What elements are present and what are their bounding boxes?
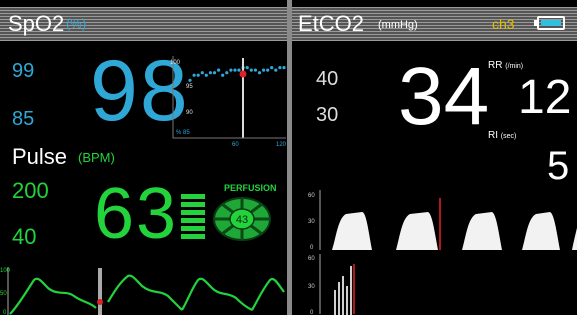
trend-point <box>196 73 200 77</box>
trend-axes <box>172 56 286 139</box>
spo2-pulse-panel: SpO2 (%) 99 85 98 100 95 90 % 85 60 120 … <box>0 0 287 315</box>
trend-y-tick-95: 95 <box>186 84 193 90</box>
rr-value: 12 <box>518 71 572 124</box>
perfusion-label: PERFUSION <box>224 183 277 193</box>
spo2-trend-chart: 100 95 90 % 85 60 120 <box>170 56 287 148</box>
spo2-trend-points <box>188 66 286 82</box>
ri-label-text: RI <box>488 130 498 141</box>
perfusion-gauge: 43 <box>213 197 271 241</box>
trend-point <box>266 68 270 72</box>
trend-point <box>229 68 233 72</box>
lower-y-tick-30: 30 <box>308 284 315 290</box>
trend-point <box>221 73 225 77</box>
rr-unit: (/min) <box>505 63 524 70</box>
pulse-high-limit: 200 <box>12 178 49 203</box>
trend-point <box>225 71 229 75</box>
trend-current-marker <box>239 70 247 78</box>
pleth-y-tick-50: 50 <box>0 291 7 297</box>
etco2-value: 34 <box>398 51 490 142</box>
lower-y-tick-60: 60 <box>308 256 315 262</box>
lower-y-tick-0: 0 <box>310 310 314 315</box>
co2-secondary-waveform: 60 30 0 <box>308 254 355 315</box>
trend-point <box>204 73 208 77</box>
trend-point <box>270 66 274 70</box>
trend-point <box>200 71 204 75</box>
spo2-high-limit: 99 <box>12 60 35 82</box>
trend-point <box>188 78 192 82</box>
channel-label: ch3 <box>492 16 515 32</box>
etco2-title: EtCO2 <box>298 11 365 36</box>
pleth-y-tick-100: 100 <box>0 268 11 274</box>
trend-point <box>274 68 278 72</box>
trend-point <box>212 71 217 75</box>
trend-point <box>278 66 282 70</box>
rr-label-text: RR <box>488 60 503 71</box>
etco2-panel: EtCO2 (mmHg) ch3 40 30 34 RR (/min) 12 R… <box>292 0 577 315</box>
trend-point <box>262 68 266 72</box>
ri-value: 5 <box>547 144 570 188</box>
ri-label: RI (sec) <box>488 130 516 141</box>
pulse-title: Pulse <box>12 144 68 169</box>
trend-y-tick-85: % 85 <box>176 130 190 136</box>
pleth-marker <box>97 299 103 305</box>
trend-x-tick-60: 60 <box>232 142 239 148</box>
trend-point <box>217 68 221 72</box>
perfusion-value: 43 <box>236 214 248 226</box>
pleth-waveform: 100 50 0 <box>0 267 285 315</box>
trend-y-tick-90: 90 <box>186 110 193 116</box>
pulse-low-limit: 40 <box>12 224 37 249</box>
pulse-unit: (BPM) <box>78 150 115 165</box>
capno-y-tick-0: 0 <box>310 245 314 251</box>
trend-point <box>253 68 257 72</box>
trend-point <box>245 66 249 70</box>
trend-point <box>237 68 241 72</box>
spo2-low-limit: 85 <box>12 108 35 130</box>
pulse-value: 63 <box>94 174 179 254</box>
spo2-header: SpO2 (%) <box>0 7 287 41</box>
spo2-unit: (%) <box>66 16 87 31</box>
capno-y-tick-60: 60 <box>308 193 315 199</box>
trend-point <box>192 73 196 77</box>
capnogram: 60 30 0 <box>308 190 577 251</box>
pleth-y-tick-0: 0 <box>3 310 7 315</box>
trend-y-tick-100: 100 <box>170 60 181 66</box>
etco2-header: EtCO2 (mmHg) ch3 <box>292 7 577 41</box>
trend-point <box>257 71 262 75</box>
pleth-cursor <box>98 268 102 315</box>
trend-point <box>282 66 286 70</box>
spo2-title: SpO2 <box>8 11 65 36</box>
etco2-unit: (mmHg) <box>378 19 418 31</box>
etco2-high-limit: 40 <box>316 68 339 90</box>
pulse-strength-bars <box>181 194 205 239</box>
etco2-low-limit: 30 <box>316 104 339 126</box>
battery-icon <box>534 16 565 30</box>
ri-unit: (sec) <box>500 133 517 140</box>
rr-label: RR (/min) <box>488 60 523 71</box>
trend-x-tick-120: 120 <box>276 142 287 148</box>
capno-y-tick-30: 30 <box>308 219 315 225</box>
trend-point <box>233 68 237 72</box>
trend-point <box>249 68 253 72</box>
trend-point <box>208 71 212 75</box>
